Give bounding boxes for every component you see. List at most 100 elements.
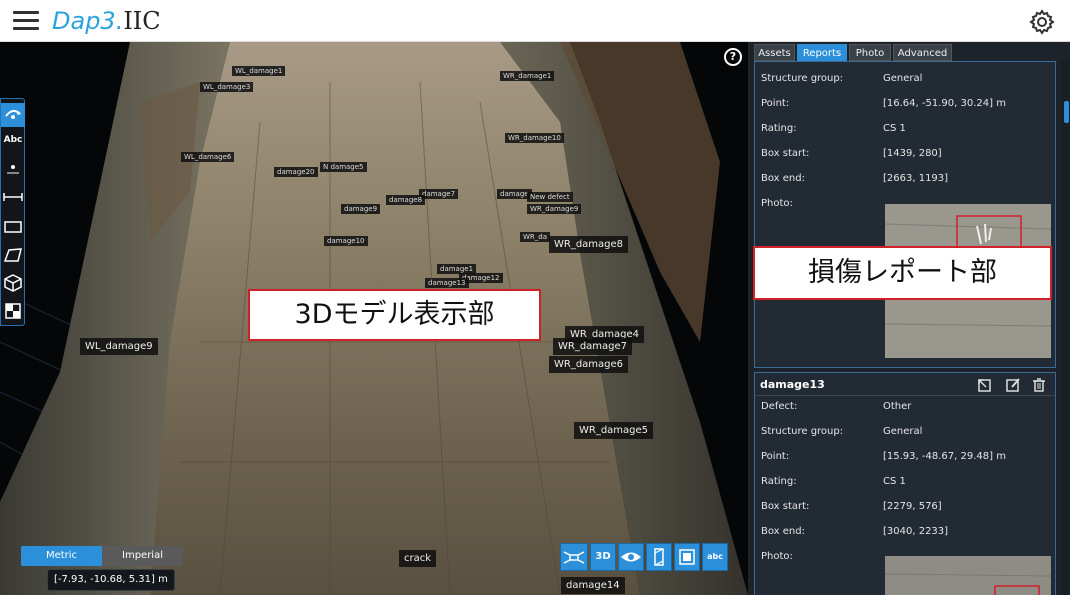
tab-photo[interactable]: Photo: [849, 44, 891, 61]
tab-assets[interactable]: Assets: [754, 44, 795, 61]
distance-icon: [3, 193, 23, 201]
polygon-icon: [3, 248, 22, 262]
field-value: CS 1: [883, 123, 906, 134]
damage-label[interactable]: damage20: [274, 167, 318, 177]
report-row: Structure group: General: [761, 426, 1051, 446]
field-label: Photo:: [761, 551, 793, 562]
damage-label[interactable]: WR_damage8: [549, 236, 629, 253]
3d-view-button[interactable]: 3D: [590, 543, 616, 571]
field-value: [16.64, -51.90, 30.24] m: [883, 98, 1006, 109]
logo-part1: Dap3.: [52, 7, 124, 35]
damage-label[interactable]: N damage5: [320, 162, 367, 172]
app-logo: Dap3.IIC: [52, 6, 161, 36]
section-view-button[interactable]: [646, 543, 672, 571]
image-view-button[interactable]: [674, 543, 700, 571]
cube-icon: [4, 274, 22, 292]
tab-advanced[interactable]: Advanced: [893, 44, 952, 61]
report-row: Box start: [2279, 576]: [761, 501, 1051, 521]
text-tool-label: Abc: [3, 135, 23, 145]
field-value: [15.93, -48.67, 29.48] m: [883, 451, 1006, 462]
panel-tabs: Assets Reports Photo Advanced: [750, 42, 1070, 61]
damage-label[interactable]: WR_damage7: [553, 338, 633, 355]
units-toggle: Metric Imperial: [21, 546, 183, 566]
drone-icon: [563, 551, 585, 564]
rectangle-tool-button[interactable]: [1, 215, 25, 239]
field-label: Box end:: [761, 173, 805, 184]
field-value: Other: [883, 401, 912, 412]
checker-icon: [5, 303, 21, 319]
report-card: Structure group: General Point: [16.64, -5…: [754, 61, 1056, 368]
orbit-tool-button[interactable]: [1, 103, 25, 127]
field-value: [2663, 1193]: [883, 173, 949, 184]
panel-scrollbar[interactable]: [1061, 61, 1070, 595]
damage-label[interactable]: WL_damage9: [80, 338, 158, 355]
visibility-button[interactable]: [618, 543, 644, 571]
report-title: damage13: [760, 378, 825, 391]
gear-icon[interactable]: [1029, 9, 1055, 35]
damage-label[interactable]: damage9: [341, 204, 381, 214]
damage-label[interactable]: damage8: [386, 195, 426, 205]
report-area-callout: 損傷レポート部: [753, 246, 1052, 300]
logo-part2: IIC: [123, 7, 161, 35]
image-icon: [679, 549, 695, 565]
report-row: Box end: [2663, 1193]: [761, 173, 1051, 193]
distance-tool-button[interactable]: [1, 185, 25, 209]
labels-button[interactable]: abc: [702, 543, 728, 571]
rectangle-icon: [4, 221, 22, 233]
report-photo[interactable]: [885, 556, 1051, 595]
eye-icon: [621, 552, 641, 562]
damage-label[interactable]: damage10: [324, 236, 368, 246]
field-value: CS 1: [883, 476, 906, 487]
damage-label[interactable]: WR_damage10: [505, 133, 564, 143]
report-row: Point: [15.93, -48.67, 29.48] m: [761, 451, 1051, 471]
damage-label[interactable]: New defect: [527, 192, 573, 202]
damage-label[interactable]: WR_damage6: [549, 356, 629, 373]
damage-label[interactable]: WR_damage9: [527, 204, 582, 214]
damage-label[interactable]: damage14: [561, 577, 625, 594]
top-bar: Dap3.IIC: [0, 0, 1070, 42]
field-label: Box end:: [761, 526, 805, 537]
field-value: [3040, 2233]: [883, 526, 949, 537]
view-toolbar: 3D abc: [560, 543, 730, 571]
field-label: Defect:: [761, 401, 798, 412]
point-tool-button[interactable]: [1, 157, 25, 181]
field-label: Rating:: [761, 123, 797, 134]
clip-tool-button[interactable]: [1, 299, 25, 323]
damage-label[interactable]: WR_da: [520, 232, 551, 242]
field-value: General: [883, 73, 923, 84]
scrollbar-thumb[interactable]: [1064, 101, 1069, 123]
imperial-button[interactable]: Imperial: [102, 546, 183, 566]
coordinate-readout: [-7.93, -10.68, 5.31] m: [47, 569, 175, 591]
metric-button[interactable]: Metric: [21, 546, 102, 566]
locate-icon[interactable]: [977, 377, 993, 393]
trash-icon[interactable]: [1031, 377, 1047, 393]
menu-icon[interactable]: [13, 10, 39, 32]
damage-label[interactable]: WL_damage1: [232, 66, 286, 76]
damage-label[interactable]: crack: [399, 550, 437, 567]
report-row: Rating: CS 1: [761, 123, 1051, 143]
help-icon[interactable]: ?: [724, 48, 742, 66]
damage-label[interactable]: damage13: [425, 278, 469, 288]
field-label: Box start:: [761, 501, 810, 512]
field-label: Structure group:: [761, 426, 844, 437]
damage-label[interactable]: WR_damage1: [500, 71, 555, 81]
report-row: Structure group: General: [761, 73, 1051, 93]
polygon-tool-button[interactable]: [1, 243, 25, 267]
tool-palette: Abc: [0, 98, 25, 326]
model-viewport[interactable]: WL_damage3 WL_damage1 WR_damage1 WR_dama…: [0, 42, 748, 595]
field-label: Rating:: [761, 476, 797, 487]
report-panel: Assets Reports Photo Advanced Structure …: [748, 42, 1070, 595]
report-row: Point: [16.64, -51.90, 30.24] m: [761, 98, 1051, 118]
point-icon: [7, 165, 19, 174]
damage-label[interactable]: WR_damage5: [574, 422, 654, 439]
drone-view-button[interactable]: [560, 543, 588, 571]
field-label: Point:: [761, 98, 790, 109]
tab-reports[interactable]: Reports: [797, 44, 847, 61]
damage-label[interactable]: WL_damage3: [200, 82, 254, 92]
text-tool-button[interactable]: Abc: [1, 129, 25, 153]
reports-list[interactable]: Structure group: General Point: [16.64, -5…: [754, 61, 1060, 595]
box-tool-button[interactable]: [1, 271, 25, 295]
edit-icon[interactable]: [1005, 377, 1021, 393]
report-row: Box end: [3040, 2233]: [761, 526, 1051, 546]
damage-label[interactable]: WL_damage6: [181, 152, 235, 162]
